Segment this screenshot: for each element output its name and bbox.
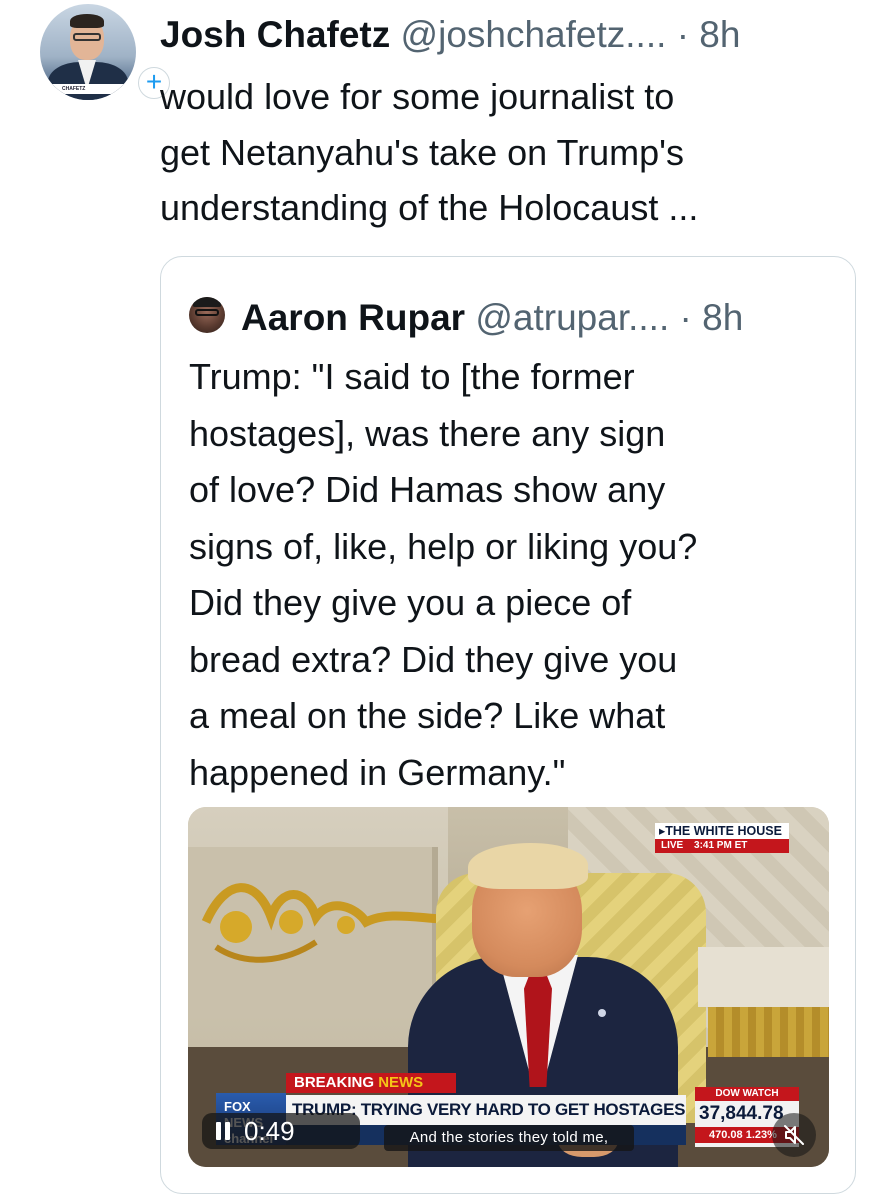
author-name[interactable]: Josh Chafetz [160, 14, 390, 55]
quoted-text-line: signs of, like, help or liking you? [189, 525, 698, 567]
quoted-tweet-text: Trump: "I said to [the former hostages],… [189, 349, 839, 801]
tweet-text: would love for some journalist to get Ne… [160, 69, 860, 236]
tweet-text-line: would love for some journalist to [160, 76, 675, 117]
video-caption: And the stories they told me, [384, 1125, 634, 1151]
mute-icon[interactable] [782, 1123, 806, 1147]
quoted-text-line: Did they give you a piece of [189, 582, 632, 623]
quoted-tweet-header: Aaron Rupar @atrupar.... · 8h [241, 293, 851, 343]
location-tag: ▸THE WHITE HOUSE LIVE 3:41 PM ET [655, 823, 789, 853]
quoted-text-line: Trump: "I said to [the former [189, 356, 635, 397]
tweet-text-line: get Netanyahu's take on Trump's [160, 131, 685, 173]
tweet-time[interactable]: 8h [699, 14, 740, 55]
quoted-text-line: hostages], was there any sign [189, 412, 666, 454]
video-scene-gold-trim [708, 1007, 829, 1057]
breaking-label: BREAKING [294, 1074, 375, 1091]
tweet[interactable]: CHAFETZ + Josh Chafetz @joshchafetz.... … [0, 0, 890, 1200]
author-avatar-wrap[interactable]: CHAFETZ + [40, 4, 170, 100]
author-handle[interactable]: @joshchafetz.... [401, 14, 667, 55]
quoted-author-avatar[interactable] [189, 297, 225, 333]
tweet-header: Josh Chafetz @joshchafetz.... · 8h [160, 10, 870, 60]
video-player[interactable]: ▸THE WHITE HOUSE LIVE 3:41 PM ET BREAKIN… [188, 807, 829, 1167]
breaking-news-word: NEWS [378, 1074, 424, 1091]
quoted-text-line: happened in Germany." [189, 751, 566, 793]
tweet-text-line: understanding of the Holocaust ... [160, 187, 699, 228]
live-time: 3:41 PM ET [694, 840, 748, 851]
quoted-tweet-time[interactable]: 8h [702, 297, 743, 338]
location-tag-title: ▸THE WHITE HOUSE [655, 823, 789, 839]
mute-button[interactable] [772, 1113, 816, 1157]
pause-icon[interactable] [216, 1122, 232, 1140]
playback-control[interactable]: 0:49 [202, 1113, 360, 1149]
quoted-text-line: bread extra? Did they give you [189, 638, 678, 680]
breaking-news-banner: BREAKING NEWS [286, 1073, 456, 1093]
video-timecode: 0:49 [244, 1116, 295, 1146]
live-indicator: LIVE 3:41 PM ET [655, 839, 789, 853]
video-scene-pillar [698, 947, 829, 1007]
quoted-text-line: a meal on the side? Like what [189, 695, 666, 736]
quoted-author-name[interactable]: Aaron Rupar [241, 297, 465, 338]
dow-ticker-title: DOW WATCH [695, 1087, 799, 1101]
avatar-chyron: CHAFETZ [40, 84, 136, 94]
quoted-text-line: of love? Did Hamas show any [189, 469, 666, 510]
quoted-tweet-card[interactable]: Aaron Rupar @atrupar.... · 8h Trump: "I … [160, 256, 856, 1194]
quoted-header-separator: · [679, 297, 692, 338]
header-separator: · [676, 14, 690, 55]
author-avatar[interactable]: CHAFETZ [40, 4, 136, 100]
live-label: LIVE [661, 840, 684, 851]
quoted-author-handle[interactable]: @atrupar.... [475, 297, 669, 338]
